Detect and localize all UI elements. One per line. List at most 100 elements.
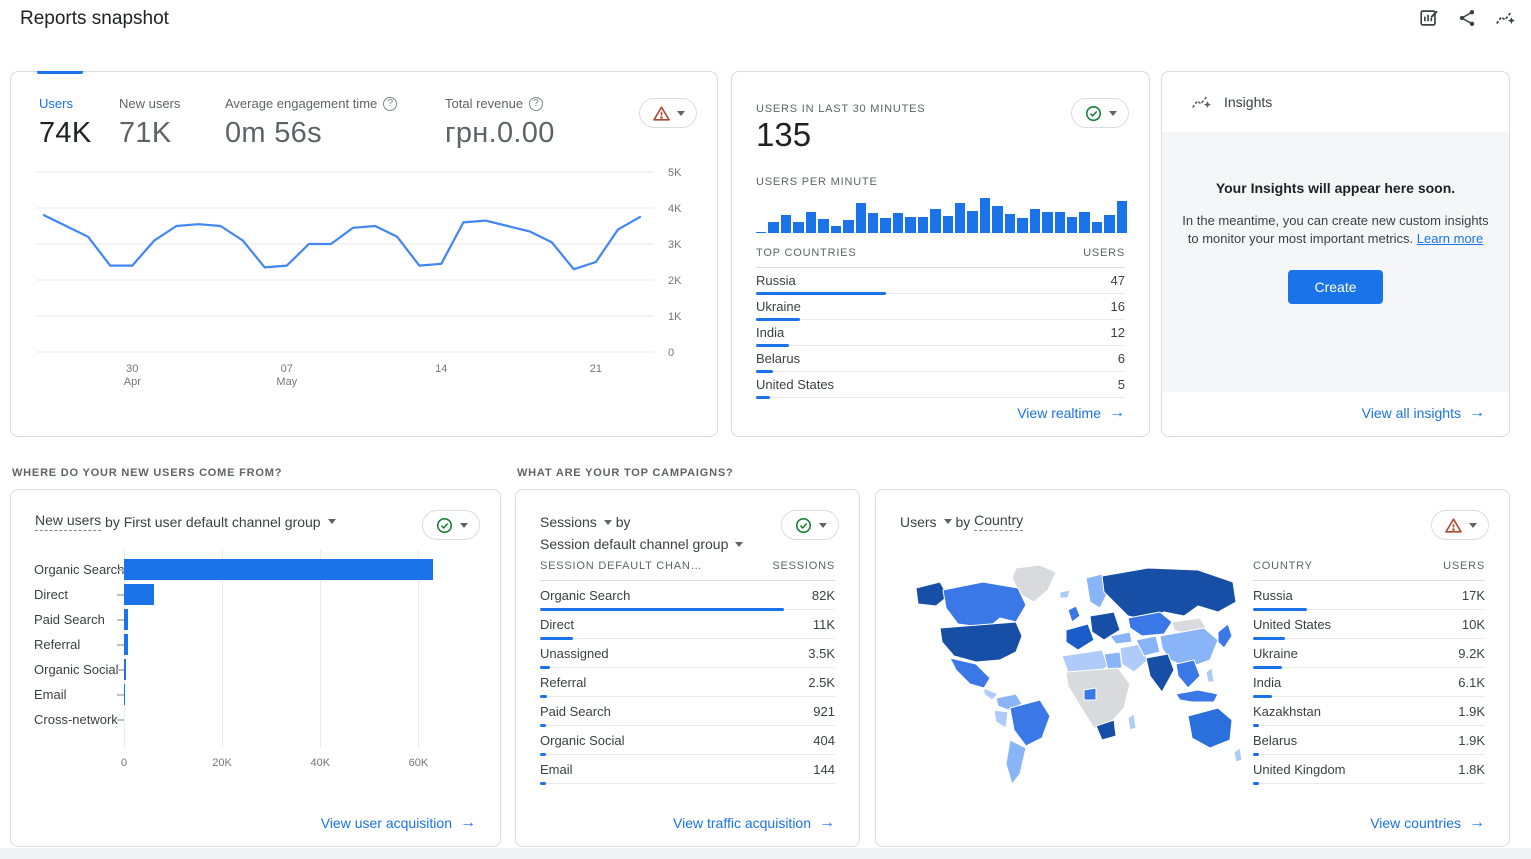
per-minute-bar <box>818 219 828 233</box>
insights-header: Insights <box>1162 72 1509 132</box>
svg-text:1K: 1K <box>668 311 682 323</box>
table-row: Russia47 <box>756 268 1125 294</box>
per-minute-bar <box>1104 215 1114 233</box>
bar <box>124 684 125 705</box>
chevron-down-icon <box>677 111 685 116</box>
users-trend-chart: 5K4K3K2K1K030Apr07May1421 <box>36 160 704 395</box>
svg-text:21: 21 <box>590 363 602 375</box>
top-countries-table: Russia47Ukraine16India12Belarus6United S… <box>756 268 1125 398</box>
chevron-down-icon <box>735 542 743 547</box>
realtime-status-dropdown[interactable] <box>1071 98 1129 128</box>
table-row: Unassigned3.5K <box>540 639 835 668</box>
bar <box>124 609 128 630</box>
per-minute-bar <box>1030 209 1040 233</box>
acquisition-status-dropdown[interactable] <box>422 510 480 540</box>
view-traffic-acquisition-link[interactable]: View traffic acquisition→ <box>673 814 835 832</box>
svg-text:3K: 3K <box>668 239 682 251</box>
metric-picker[interactable]: Users <box>900 514 952 530</box>
svg-text:May: May <box>276 376 297 388</box>
insights-card: Insights Your Insights will appear here … <box>1161 71 1510 437</box>
per-minute-bar <box>1055 212 1065 233</box>
svg-text:30: 30 <box>126 363 138 375</box>
table-row: United States10K <box>1253 610 1485 639</box>
metric-tab-users[interactable]: Users74K <box>39 96 92 150</box>
chevron-down-icon <box>604 520 612 525</box>
geo-card-title: Users by Country <box>900 512 1023 531</box>
per-minute-bar <box>893 213 903 233</box>
geo-status-dropdown[interactable] <box>1431 510 1489 540</box>
view-all-insights-link[interactable]: View all insights→ <box>1362 404 1485 422</box>
help-icon[interactable]: ? <box>383 97 397 111</box>
table-row: United States5 <box>756 372 1125 398</box>
chevron-down-icon <box>819 523 827 528</box>
metric-tab-average-engagement-time[interactable]: Average engagement time?0m 56s <box>225 96 397 150</box>
bar <box>124 584 154 605</box>
insights-icon[interactable] <box>1493 6 1517 30</box>
bar <box>124 634 128 655</box>
realtime-card: USERS IN LAST 30 MINUTES 135 USERS PER M… <box>731 71 1150 437</box>
campaigns-table: SESSION DEFAULT CHAN… SESSIONS Organic S… <box>540 560 835 784</box>
table-row: United Kingdom1.8K <box>1253 755 1485 784</box>
per-minute-bar <box>806 212 816 233</box>
per-minute-bar <box>1079 212 1089 233</box>
dimension-picker[interactable]: by First user default channel group <box>105 514 336 530</box>
per-minute-bar <box>1117 201 1127 233</box>
customize-report-icon[interactable] <box>1417 6 1441 30</box>
per-minute-bar <box>918 217 928 233</box>
reports-snapshot-page: Reports snapshot <box>0 0 1531 859</box>
learn-more-link[interactable]: Learn more <box>1417 231 1483 246</box>
chevron-down-icon <box>328 519 336 524</box>
campaigns-status-dropdown[interactable] <box>781 510 839 540</box>
row-value-bar <box>540 782 546 785</box>
insights-headline: Your Insights will appear here soon. <box>1162 180 1509 196</box>
table-row: Referral2.5K <box>540 668 835 697</box>
section-acquisition-header: WHERE DO YOUR NEW USERS COME FROM? <box>12 467 282 479</box>
users-per-minute-label: USERS PER MINUTE <box>756 176 878 188</box>
warning-icon <box>1444 516 1463 535</box>
new-users-bar-chart: Organic SearchDirectPaid SearchReferralO… <box>11 545 502 785</box>
overview-status-dropdown[interactable] <box>639 98 697 128</box>
view-countries-link[interactable]: View countries→ <box>1370 814 1485 832</box>
metric-picker[interactable]: Sessions <box>540 512 612 534</box>
share-icon[interactable] <box>1455 6 1479 30</box>
svg-text:07: 07 <box>281 363 293 375</box>
selected-metric-indicator <box>37 71 83 74</box>
geo-table-header: COUNTRY USERS <box>1253 560 1485 581</box>
per-minute-bar <box>955 203 965 233</box>
campaigns-card: Sessions by Session default channel grou… <box>515 489 860 847</box>
warning-icon <box>652 104 671 123</box>
dimension-picker[interactable]: Country <box>974 512 1023 531</box>
create-insight-button[interactable]: Create <box>1288 270 1382 304</box>
metric-tab-total-revenue[interactable]: Total revenue?грн.0.00 <box>445 96 555 150</box>
arrow-right-icon: → <box>1469 404 1485 422</box>
help-icon[interactable]: ? <box>529 97 543 111</box>
bar-row-direct: Direct <box>11 582 492 607</box>
check-circle-icon <box>794 516 813 535</box>
metric-tab-new-users[interactable]: New users71K <box>119 96 180 150</box>
bar-row-organic-social: Organic Social <box>11 657 492 682</box>
arrow-right-icon: → <box>1109 404 1125 422</box>
bar-row-cross-network: Cross-network <box>11 707 492 732</box>
view-realtime-link[interactable]: View realtime→ <box>1017 404 1125 422</box>
per-minute-bar <box>967 211 977 233</box>
arrow-right-icon: → <box>460 814 476 832</box>
chevron-down-icon <box>1469 523 1477 528</box>
svg-text:5K: 5K <box>668 167 682 179</box>
bar <box>124 559 433 580</box>
per-minute-bar <box>1005 214 1015 233</box>
table-row: Belarus6 <box>756 346 1125 372</box>
dimension-picker[interactable]: Session default channel group <box>540 534 743 556</box>
geo-card: Users by Country <box>875 489 1510 847</box>
realtime-users-value: 135 <box>756 116 811 154</box>
per-minute-bar <box>943 216 953 233</box>
table-row: Ukraine9.2K <box>1253 639 1485 668</box>
metric-picker[interactable]: New users <box>35 512 101 531</box>
per-minute-bar <box>930 209 940 233</box>
view-user-acquisition-link[interactable]: View user acquisition→ <box>321 814 476 832</box>
table-row: Email144 <box>540 755 835 784</box>
page-bottom-strip <box>0 848 1531 859</box>
users-per-minute-chart <box>756 195 1127 233</box>
table-row: Russia17K <box>1253 581 1485 610</box>
per-minute-bar <box>831 226 841 233</box>
row-value-bar <box>756 396 770 399</box>
